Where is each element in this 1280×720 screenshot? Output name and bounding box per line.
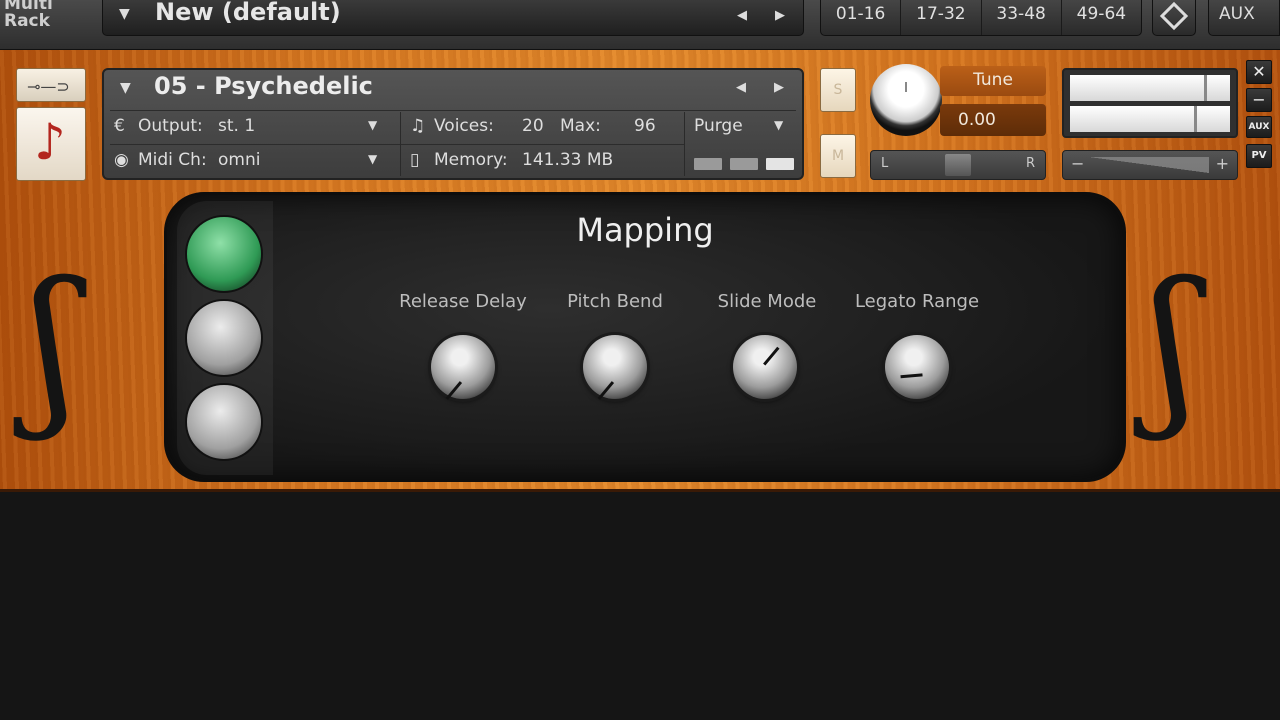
tune-knob[interactable]: [870, 64, 942, 136]
knob-pointer: [445, 381, 463, 400]
volume-plus-label: +: [1215, 154, 1229, 173]
output-dropdown-icon[interactable]: ▼: [368, 118, 377, 132]
output-value[interactable]: st. 1: [218, 116, 255, 136]
multi-preset-bar[interactable]: ▼ New (default) ◀ ▶: [102, 0, 804, 36]
pitch-bend-knob[interactable]: [583, 335, 647, 400]
page-title: Mapping: [576, 211, 714, 249]
midi-dropdown-icon[interactable]: ▼: [368, 152, 377, 166]
voices-icon: ♫: [410, 116, 426, 136]
divider: [110, 144, 684, 145]
ni-logo-button[interactable]: [1152, 0, 1196, 36]
memory-label: Memory:: [434, 150, 508, 170]
tab-01-16[interactable]: 01-16: [821, 0, 902, 35]
peak-indicator: [1204, 75, 1207, 101]
instrument-icon: ♪: [16, 107, 86, 181]
close-button[interactable]: ✕: [1246, 60, 1272, 84]
pv-button[interactable]: PV: [1246, 144, 1272, 168]
instrument-header: ▼ 05 - Psychedelic ◀ ▶ € Output: st. 1 ▼…: [102, 68, 804, 180]
knob-pointer: [597, 381, 615, 400]
memory-indicator: [766, 158, 794, 170]
release-delay-knob[interactable]: [431, 335, 495, 400]
aux-channels-button[interactable]: AUX: [1246, 116, 1272, 138]
performance-panel: Mapping Release Delay Pitch Bend Slide M…: [164, 192, 1126, 482]
midi-icon: ◉: [114, 150, 129, 170]
minimize-button[interactable]: −: [1246, 88, 1272, 112]
divider: [684, 112, 685, 176]
diamond-icon: [1159, 1, 1189, 31]
knob-pointer: [763, 346, 780, 366]
solo-button[interactable]: S: [820, 68, 856, 112]
instrument-next-icon[interactable]: ▶: [774, 80, 784, 95]
legato-range-knob[interactable]: [885, 335, 949, 399]
preset-menu-icon[interactable]: ▼: [119, 6, 130, 22]
memory-value: 141.33 MB: [522, 150, 614, 170]
instrument-panel: ⊸—⊃ ♪ ▼ 05 - Psychedelic ◀ ▶ € Output: s…: [0, 50, 1280, 492]
preset-prev-icon[interactable]: ◀: [737, 8, 747, 23]
purge-dropdown-icon[interactable]: ▼: [774, 118, 783, 132]
f-hole-left-icon: ʃ: [30, 246, 77, 444]
f-hole-right-icon: ʃ: [1150, 246, 1197, 444]
divider: [110, 110, 796, 111]
tune-label: Tune: [940, 66, 1046, 96]
level-meter-right: [1070, 106, 1230, 132]
volume-slider[interactable]: − +: [1062, 150, 1238, 180]
knob-pointer: [900, 373, 923, 379]
multi-preset-name: New (default): [155, 0, 341, 26]
slide-mode-label: Slide Mode: [717, 291, 817, 312]
tune-value[interactable]: 0.00: [940, 104, 1046, 136]
instrument-edit-button[interactable]: ⊸—⊃: [16, 68, 86, 102]
output-icon: €: [114, 116, 125, 136]
voices-label: Voices:: [434, 116, 494, 136]
purge-button[interactable]: Purge: [694, 116, 743, 136]
memory-indicator: [694, 158, 722, 170]
voices-value: 20: [522, 116, 544, 136]
slide-mode-knob[interactable]: [733, 335, 797, 399]
midi-channel-value[interactable]: omni: [218, 150, 260, 170]
violin-icon: ♪: [34, 113, 66, 171]
pan-left-label: L: [881, 156, 889, 171]
f-hole-page-button[interactable]: [185, 299, 263, 377]
volume-ramp[interactable]: [1089, 157, 1209, 173]
level-meter: [1062, 68, 1238, 138]
pan-slider[interactable]: L R: [870, 150, 1046, 180]
multi-rack-bar: Multi Rack ▼ New (default) ◀ ▶ 01-16 17-…: [0, 0, 1280, 50]
instrument-menu-icon[interactable]: ▼: [120, 80, 131, 96]
memory-icon: ▯: [410, 150, 420, 170]
legato-range-label: Legato Range: [854, 291, 980, 312]
mixer-page-button[interactable]: [185, 383, 263, 461]
pan-slider-handle[interactable]: [945, 154, 971, 176]
mute-button[interactable]: M: [820, 134, 856, 178]
wrench-icon: ⊸—⊃: [27, 77, 70, 96]
pan-right-label: R: [1025, 156, 1035, 171]
release-delay-label: Release Delay: [399, 291, 527, 312]
max-voices-value[interactable]: 96: [634, 116, 656, 136]
peak-indicator: [1194, 106, 1197, 132]
output-label: Output:: [138, 116, 203, 136]
tab-33-48[interactable]: 33-48: [982, 0, 1062, 35]
max-voices-label: Max:: [560, 116, 601, 136]
volume-minus-label: −: [1071, 154, 1085, 173]
preset-next-icon[interactable]: ▶: [775, 8, 785, 23]
pitch-bend-label: Pitch Bend: [567, 291, 663, 312]
multi-rack-label: Multi Rack: [4, 0, 53, 31]
instrument-prev-icon[interactable]: ◀: [736, 80, 746, 95]
midi-channel-label: Midi Ch:: [138, 150, 207, 170]
aux-button[interactable]: AUX: [1208, 0, 1280, 36]
rack-page-tabs: 01-16 17-32 33-48 49-64: [820, 0, 1142, 36]
divider: [400, 112, 401, 176]
memory-indicator: [730, 158, 758, 170]
tab-49-64[interactable]: 49-64: [1062, 0, 1141, 35]
instrument-name: 05 - Psychedelic: [154, 72, 373, 100]
tab-17-32[interactable]: 17-32: [901, 0, 982, 35]
